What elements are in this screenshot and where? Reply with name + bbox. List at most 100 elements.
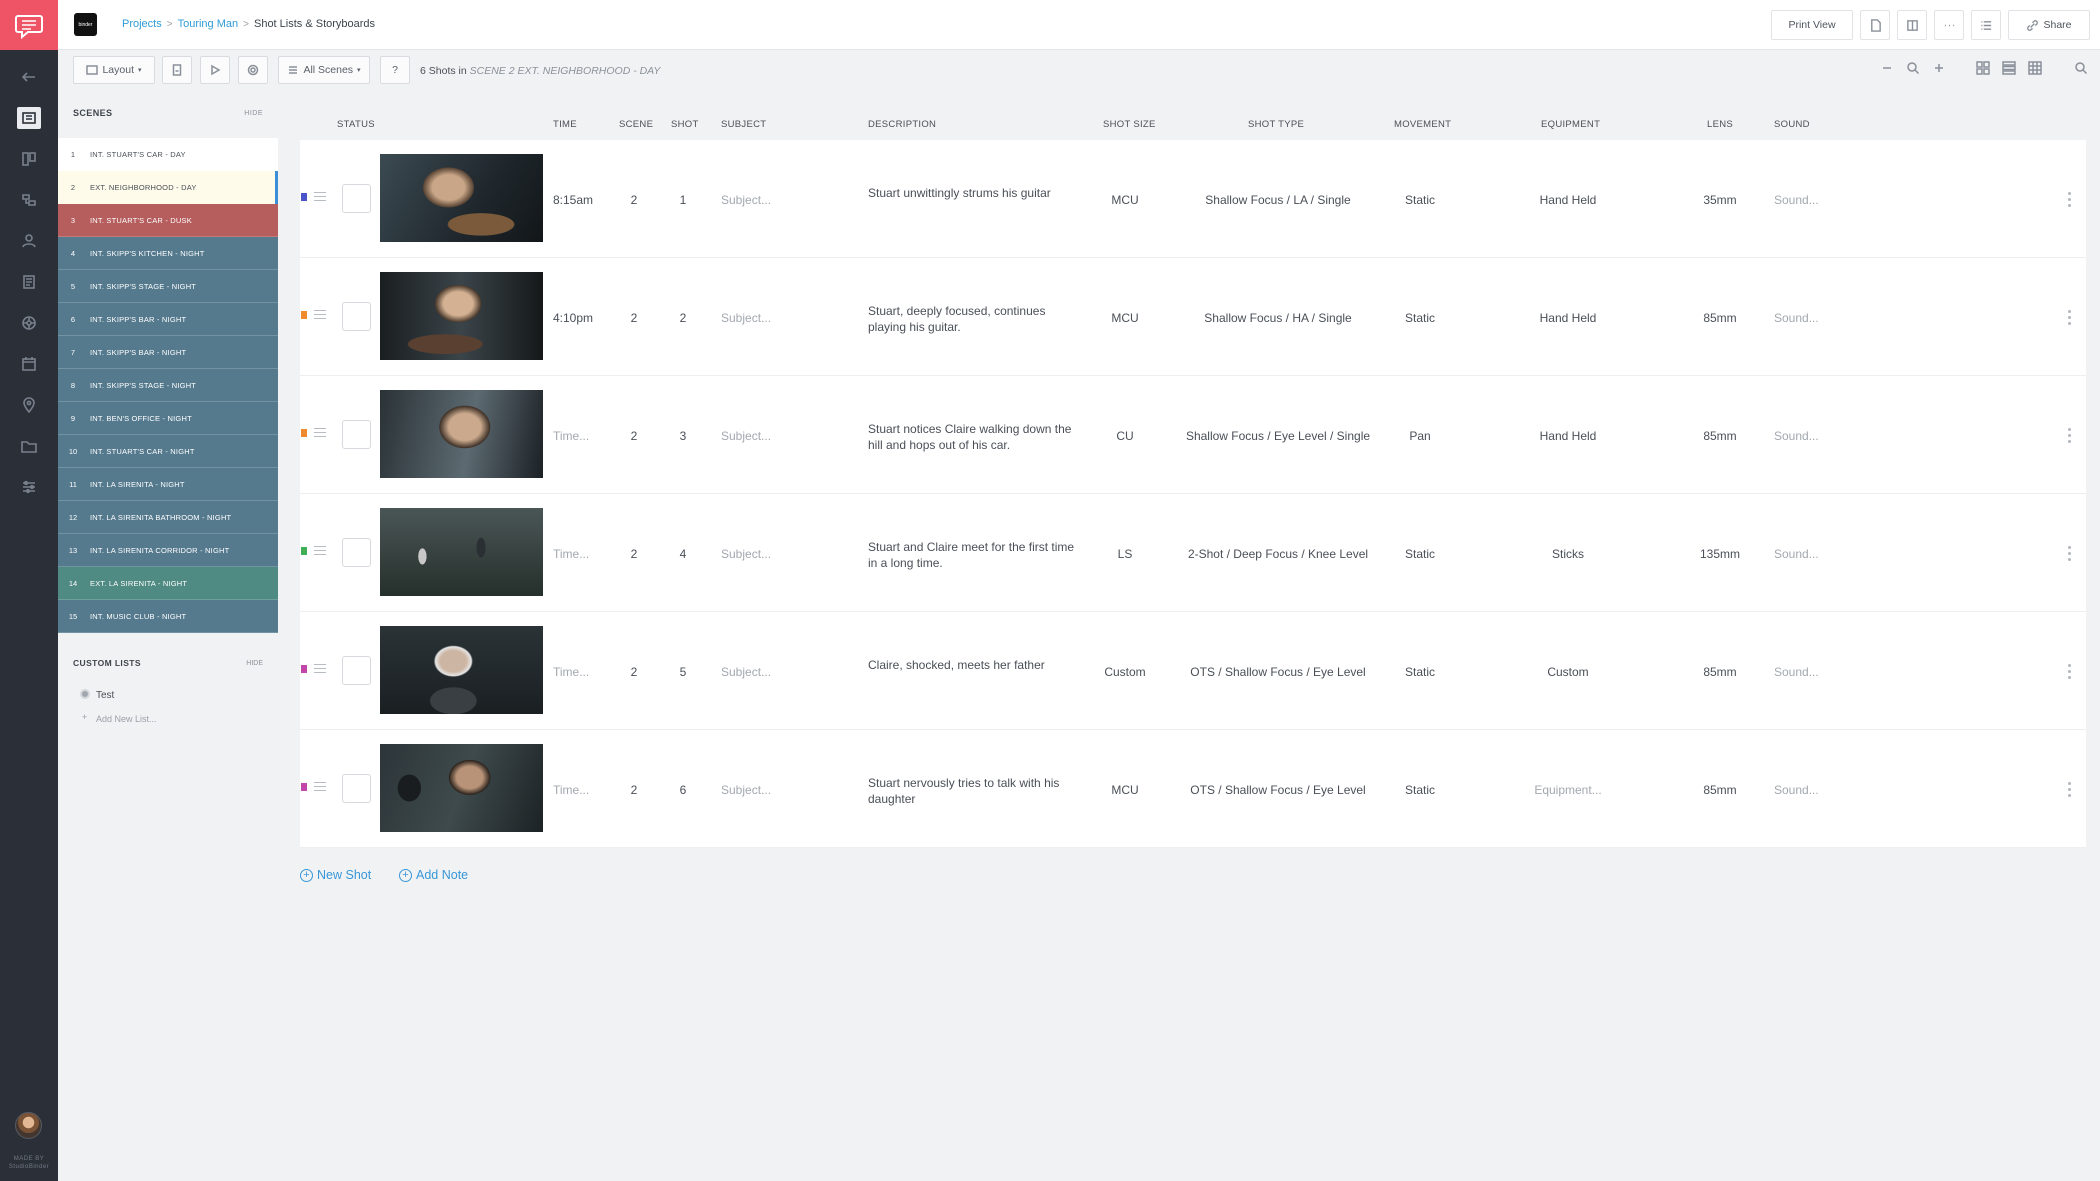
- shot-movement[interactable]: Static: [1370, 311, 1470, 325]
- shot-description[interactable]: Stuart, deeply focused, continues playin…: [868, 303, 1078, 335]
- scene-item[interactable]: 2 EXT. NEIGHBORHOOD - DAY: [58, 171, 278, 204]
- shot-size[interactable]: Custom: [1080, 665, 1170, 679]
- custom-list-item[interactable]: Test: [58, 683, 278, 709]
- storyboard-thumbnail[interactable]: [380, 508, 543, 596]
- shot-number[interactable]: 1: [671, 193, 695, 207]
- shot-subject[interactable]: Subject...: [721, 547, 771, 561]
- col-status[interactable]: STATUS: [337, 119, 375, 130]
- grid-large-view-icon[interactable]: [1974, 59, 1992, 77]
- settings-button[interactable]: [238, 56, 268, 84]
- pdf-export-button[interactable]: [1860, 10, 1890, 40]
- scene-item[interactable]: 12 INT. LA SIRENITA BATHROOM - NIGHT: [58, 501, 278, 534]
- folder-nav-icon[interactable]: [0, 425, 58, 466]
- shot-lens[interactable]: 35mm: [1690, 193, 1750, 207]
- shot-equipment[interactable]: Custom: [1518, 665, 1618, 679]
- row-menu-icon[interactable]: [2068, 664, 2072, 682]
- scene-item[interactable]: 14 EXT. LA SIRENITA - NIGHT: [58, 567, 278, 600]
- shot-description[interactable]: Stuart and Claire meet for the first tim…: [868, 539, 1078, 571]
- shot-size[interactable]: MCU: [1080, 311, 1170, 325]
- shot-lens[interactable]: 85mm: [1690, 429, 1750, 443]
- shot-number[interactable]: 5: [671, 665, 695, 679]
- calendar-nav-icon[interactable]: [0, 343, 58, 384]
- scene-item[interactable]: 5 INT. SKIPP'S STAGE - NIGHT: [58, 270, 278, 303]
- row-menu-icon[interactable]: [2068, 782, 2072, 800]
- shot-subject[interactable]: Subject...: [721, 193, 771, 207]
- shot-sound[interactable]: Sound...: [1774, 429, 1819, 443]
- shot-lens[interactable]: 135mm: [1690, 547, 1750, 561]
- shot-sound[interactable]: Sound...: [1774, 665, 1819, 679]
- shot-type[interactable]: 2-Shot / Deep Focus / Knee Level: [1178, 547, 1378, 561]
- shot-color-tag[interactable]: [301, 665, 307, 673]
- shot-scene[interactable]: 2: [619, 193, 649, 207]
- scene-item[interactable]: 4 INT. SKIPP'S KITCHEN - NIGHT: [58, 237, 278, 270]
- drag-handle-icon[interactable]: [314, 310, 326, 320]
- storyboard-thumbnail[interactable]: [380, 744, 543, 832]
- search-icon[interactable]: [2072, 59, 2090, 77]
- shot-number[interactable]: 2: [671, 311, 695, 325]
- shot-movement[interactable]: Static: [1370, 547, 1470, 561]
- shot-color-tag[interactable]: [301, 193, 307, 201]
- drag-handle-icon[interactable]: [314, 428, 326, 438]
- shot-scene[interactable]: 2: [619, 311, 649, 325]
- scene-item[interactable]: 1 INT. STUART'S CAR - DAY: [58, 138, 278, 171]
- drag-handle-icon[interactable]: [314, 782, 326, 792]
- shot-equipment[interactable]: Sticks: [1518, 547, 1618, 561]
- shot-row[interactable]: Time... 2 4 Subject... Stuart and Claire mee…: [300, 494, 2086, 612]
- col-subject[interactable]: SUBJECT: [721, 119, 766, 130]
- shot-sound[interactable]: Sound...: [1774, 311, 1819, 325]
- shot-time[interactable]: 8:15am: [553, 193, 593, 207]
- shot-description[interactable]: Stuart unwittingly strums his guitar: [868, 185, 1078, 201]
- shot-scene[interactable]: 2: [619, 547, 649, 561]
- zoom-in-icon[interactable]: [1930, 59, 1948, 77]
- shot-equipment[interactable]: Equipment...: [1518, 783, 1618, 797]
- shot-lens[interactable]: 85mm: [1690, 311, 1750, 325]
- project-logo[interactable]: binder: [74, 13, 97, 36]
- drag-handle-icon[interactable]: [314, 192, 326, 202]
- col-shot[interactable]: SHOT: [671, 119, 699, 130]
- scene-item[interactable]: 13 INT. LA SIRENITA CORRIDOR - NIGHT: [58, 534, 278, 567]
- scene-item[interactable]: 8 INT. SKIPP'S STAGE - NIGHT: [58, 369, 278, 402]
- shot-sound[interactable]: Sound...: [1774, 547, 1819, 561]
- shot-checkbox[interactable]: [342, 184, 371, 213]
- new-page-button[interactable]: [162, 56, 192, 84]
- shot-subject[interactable]: Subject...: [721, 783, 771, 797]
- shot-number[interactable]: 4: [671, 547, 695, 561]
- shot-row[interactable]: Time... 2 3 Subject... Stuart notices Claire…: [300, 376, 2086, 494]
- shot-time[interactable]: Time...: [553, 429, 589, 443]
- user-avatar[interactable]: [15, 1112, 42, 1139]
- col-lens[interactable]: LENS: [1707, 119, 1733, 130]
- shot-scene[interactable]: 2: [619, 665, 649, 679]
- play-button[interactable]: [200, 56, 230, 84]
- shot-size[interactable]: MCU: [1080, 783, 1170, 797]
- shot-description[interactable]: Claire, shocked, meets her father: [868, 657, 1078, 673]
- scene-item[interactable]: 9 INT. BEN'S OFFICE - NIGHT: [58, 402, 278, 435]
- col-sound[interactable]: SOUND: [1774, 119, 1810, 130]
- shot-movement[interactable]: Static: [1370, 783, 1470, 797]
- shot-checkbox[interactable]: [342, 420, 371, 449]
- shot-equipment[interactable]: Hand Held: [1518, 311, 1618, 325]
- col-shot-type[interactable]: SHOT TYPE: [1248, 119, 1304, 130]
- more-options-button[interactable]: [1934, 10, 1964, 40]
- col-scene[interactable]: SCENE: [619, 119, 653, 130]
- shot-number[interactable]: 3: [671, 429, 695, 443]
- hide-scenes-button[interactable]: HIDE: [244, 110, 263, 117]
- shot-equipment[interactable]: Hand Held: [1518, 193, 1618, 207]
- drag-handle-icon[interactable]: [314, 546, 326, 556]
- shots-nav-icon[interactable]: [0, 302, 58, 343]
- app-logo-icon[interactable]: [0, 0, 58, 50]
- shot-sound[interactable]: Sound...: [1774, 193, 1819, 207]
- shot-type[interactable]: Shallow Focus / HA / Single: [1178, 311, 1378, 325]
- shot-movement[interactable]: Static: [1370, 665, 1470, 679]
- shot-color-tag[interactable]: [301, 429, 307, 437]
- shot-size[interactable]: MCU: [1080, 193, 1170, 207]
- shot-number[interactable]: 6: [671, 783, 695, 797]
- row-menu-icon[interactable]: [2068, 310, 2072, 328]
- grid-small-view-icon[interactable]: [2026, 59, 2044, 77]
- storyboard-thumbnail[interactable]: [380, 272, 543, 360]
- scene-item[interactable]: 11 INT. LA SIRENITA - NIGHT: [58, 468, 278, 501]
- shot-time[interactable]: Time...: [553, 783, 589, 797]
- shot-subject[interactable]: Subject...: [721, 665, 771, 679]
- hide-custom-lists-button[interactable]: HIDE: [246, 660, 263, 667]
- breakdown-nav-icon[interactable]: [0, 179, 58, 220]
- breadcrumb-project[interactable]: Touring Man: [178, 18, 239, 30]
